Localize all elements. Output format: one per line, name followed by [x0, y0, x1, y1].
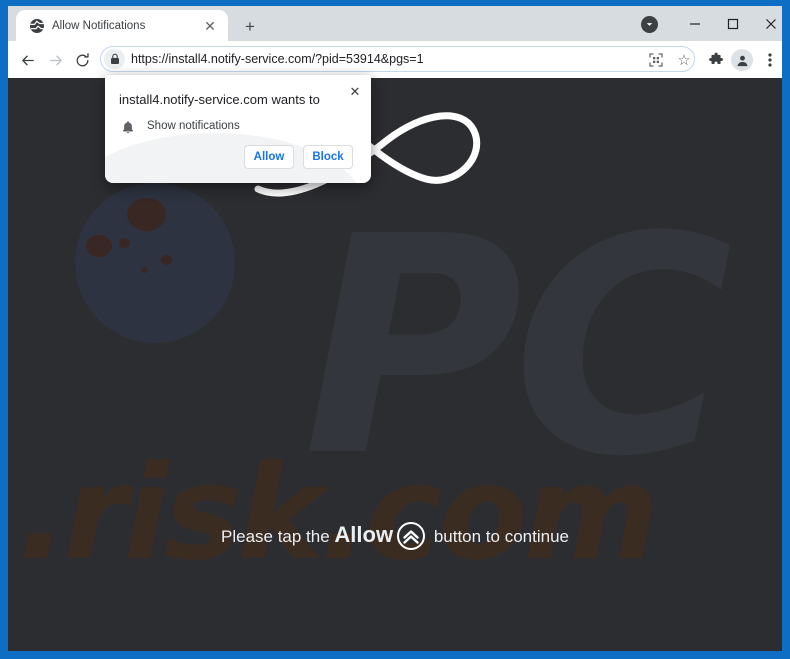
- reload-icon[interactable]: [70, 48, 94, 72]
- profile-avatar-icon[interactable]: [731, 49, 753, 71]
- tab-strip: Allow Notifications ✕ +: [8, 6, 782, 41]
- allow-button[interactable]: Allow: [244, 145, 294, 169]
- globe-icon: [29, 18, 45, 34]
- url-text[interactable]: https://install4.notify-service.com/?pid…: [131, 47, 424, 71]
- page-tagline: Please tap the Allow button to continue: [8, 521, 782, 551]
- double-chevron-up-circle-icon: [396, 521, 426, 551]
- bell-icon: [120, 119, 136, 135]
- planet-circle-icon: [75, 183, 235, 343]
- watermark-risk: .risk.com: [18, 437, 659, 589]
- notification-permission-dialog: ✕ install4.notify-service.com wants to S…: [105, 75, 371, 183]
- qr-code-icon[interactable]: [647, 51, 665, 69]
- browser-toolbar: https://install4.notify-service.com/?pid…: [8, 41, 782, 78]
- three-dot-menu-icon[interactable]: [759, 49, 781, 71]
- window-close-button[interactable]: [752, 6, 782, 41]
- dialog-title: install4.notify-service.com wants to: [119, 92, 320, 107]
- browser-window: Allow Notifications ✕ + https://install4…: [8, 6, 782, 651]
- new-tab-button[interactable]: +: [239, 15, 261, 37]
- tagline-suffix: button to continue: [429, 527, 569, 546]
- block-button[interactable]: Block: [303, 145, 353, 169]
- lock-icon[interactable]: [104, 49, 125, 69]
- download-indicator-icon[interactable]: [641, 16, 658, 33]
- tab-close-icon[interactable]: ✕: [201, 17, 219, 35]
- puzzle-piece-icon[interactable]: [705, 49, 727, 71]
- address-bar[interactable]: https://install4.notify-service.com/?pid…: [100, 46, 695, 72]
- permission-label: Show notifications: [147, 120, 240, 132]
- window-minimize-button[interactable]: [676, 6, 714, 41]
- window-maximize-button[interactable]: [714, 6, 752, 41]
- tagline-prefix: Please tap the: [221, 527, 335, 546]
- blue-frame-border: Allow Notifications ✕ + https://install4…: [0, 0, 790, 659]
- bookmark-star-icon[interactable]: ☆: [674, 50, 694, 70]
- dialog-close-icon[interactable]: ✕: [347, 83, 363, 99]
- tagline-allow-word: Allow: [334, 522, 394, 547]
- browser-tab[interactable]: Allow Notifications ✕: [16, 10, 228, 41]
- forward-arrow-icon: [43, 48, 67, 72]
- tab-title: Allow Notifications: [52, 20, 146, 32]
- back-arrow-icon[interactable]: [16, 48, 40, 72]
